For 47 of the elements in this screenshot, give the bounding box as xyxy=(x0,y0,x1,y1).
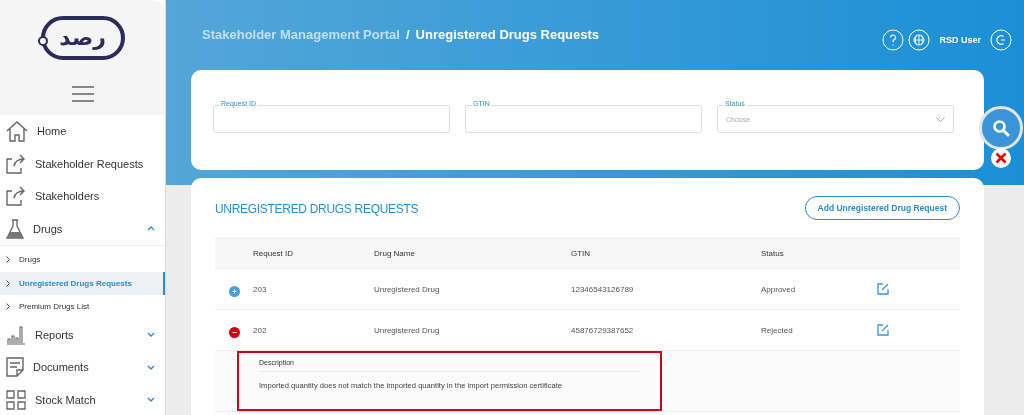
flask-icon xyxy=(6,218,24,239)
bar-chart-icon xyxy=(6,324,26,345)
table-cell-text: Unregistered Drug xyxy=(374,284,441,294)
sidebar-subitem[interactable]: Drugs xyxy=(0,248,165,272)
document-icon xyxy=(6,357,24,378)
table-cell-text: 203 xyxy=(253,284,268,294)
table-cell-text: Approved xyxy=(761,284,797,294)
close-icon xyxy=(995,152,1007,164)
breadcrumb-item: Unregistered Drugs Requests xyxy=(415,27,600,42)
chevron-right-icon xyxy=(6,256,10,264)
expand-icon[interactable] xyxy=(228,286,240,297)
add-request-button[interactable]: Add Unregistered Drug Request xyxy=(804,196,960,220)
home-icon xyxy=(6,120,28,143)
breadcrumb-separator: / xyxy=(405,27,410,42)
logo: رصد xyxy=(40,16,125,60)
sidebar-item[interactable]: Documents xyxy=(0,351,165,384)
sidebar-item[interactable]: Stakeholders xyxy=(0,180,165,213)
edit-icon[interactable] xyxy=(877,324,889,336)
menu-icon[interactable] xyxy=(71,86,94,102)
column-header: Status xyxy=(761,249,785,258)
globe-icon[interactable] xyxy=(908,29,931,51)
collapse-icon[interactable] xyxy=(228,327,240,338)
table-cell-text: 12346543126789 xyxy=(571,284,635,294)
table-cell-text: Unregistered Drug xyxy=(374,325,441,335)
sidebar-item[interactable]: Stock Match xyxy=(0,383,165,415)
chevron-right-icon xyxy=(6,303,10,311)
chevron-down-icon xyxy=(936,116,945,122)
column-header: GTIN xyxy=(571,249,592,258)
grid-icon xyxy=(6,389,26,410)
share-icon xyxy=(6,186,26,207)
share-icon xyxy=(6,153,26,174)
sidebar-item[interactable]: Stakeholder Requests xyxy=(0,147,165,180)
search-icon xyxy=(992,119,1010,137)
help-icon[interactable] xyxy=(882,29,905,51)
table-cell-text: 202 xyxy=(253,325,268,335)
sidebar-subitem[interactable]: Premium Drugs List xyxy=(0,295,165,319)
sidebar-item[interactable]: Home xyxy=(0,115,165,148)
table-cell-text: Rejected xyxy=(761,325,794,335)
table-cell-text: 45876729387652 xyxy=(571,325,635,335)
section-title: UNREGISTERED DRUGS REQUESTS xyxy=(215,200,419,216)
column-header: Drug Name xyxy=(374,249,416,258)
edit-icon[interactable] xyxy=(877,283,889,295)
sidebar-item[interactable]: Drugs xyxy=(0,212,165,245)
sidebar-item[interactable]: Reports xyxy=(0,318,165,351)
column-header: Request ID xyxy=(253,249,295,258)
chevron-right-icon xyxy=(6,279,10,287)
logout-icon[interactable] xyxy=(990,29,1012,51)
